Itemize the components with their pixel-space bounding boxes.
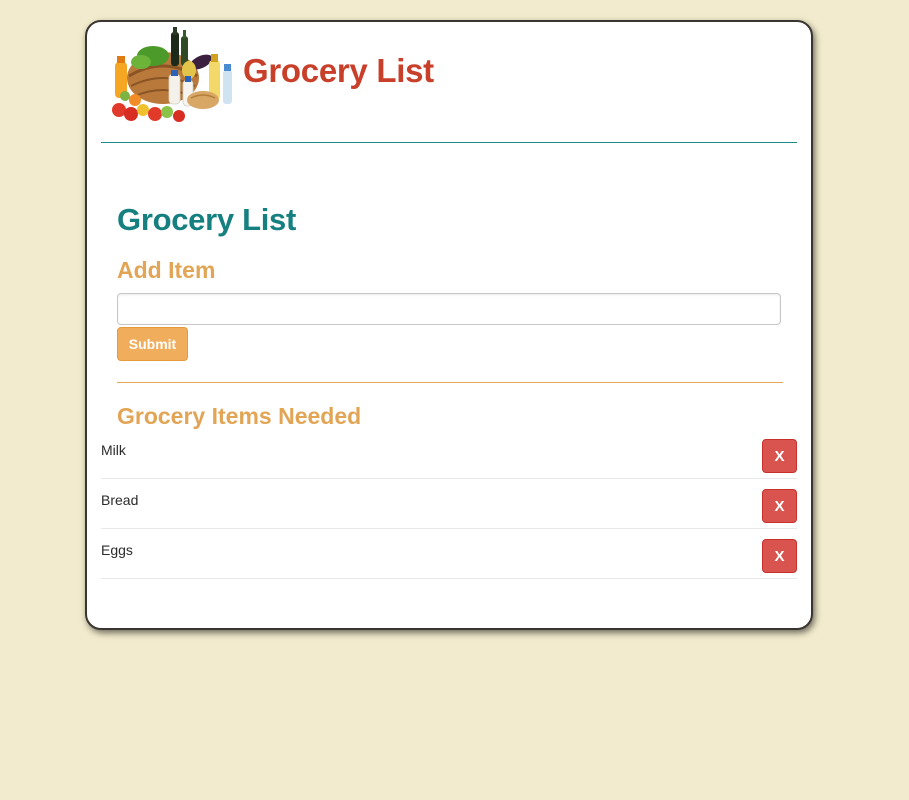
grocery-basket-image xyxy=(112,27,232,122)
add-item-heading: Add Item xyxy=(117,257,216,283)
items-needed-heading: Grocery Items Needed xyxy=(117,403,362,429)
header-title: Grocery List xyxy=(243,52,434,89)
delete-item-button[interactable]: X xyxy=(762,539,797,573)
list-item: Milk X xyxy=(101,429,797,479)
item-name: Bread xyxy=(101,492,139,508)
add-item-input[interactable] xyxy=(117,293,781,325)
item-name: Eggs xyxy=(101,542,133,558)
grocery-items-list: Milk X Bread X Eggs X xyxy=(101,429,797,579)
list-item: Eggs X xyxy=(101,529,797,579)
submit-button[interactable]: Submit xyxy=(117,327,188,361)
section-divider xyxy=(117,382,783,383)
list-item: Bread X xyxy=(101,479,797,529)
delete-item-button[interactable]: X xyxy=(762,489,797,523)
item-name: Milk xyxy=(101,442,126,458)
page-title: Grocery List xyxy=(117,202,297,237)
app-card: Grocery List Grocery List Add Item Submi… xyxy=(85,20,813,630)
delete-item-button[interactable]: X xyxy=(762,439,797,473)
page-header: Grocery List xyxy=(101,26,797,143)
